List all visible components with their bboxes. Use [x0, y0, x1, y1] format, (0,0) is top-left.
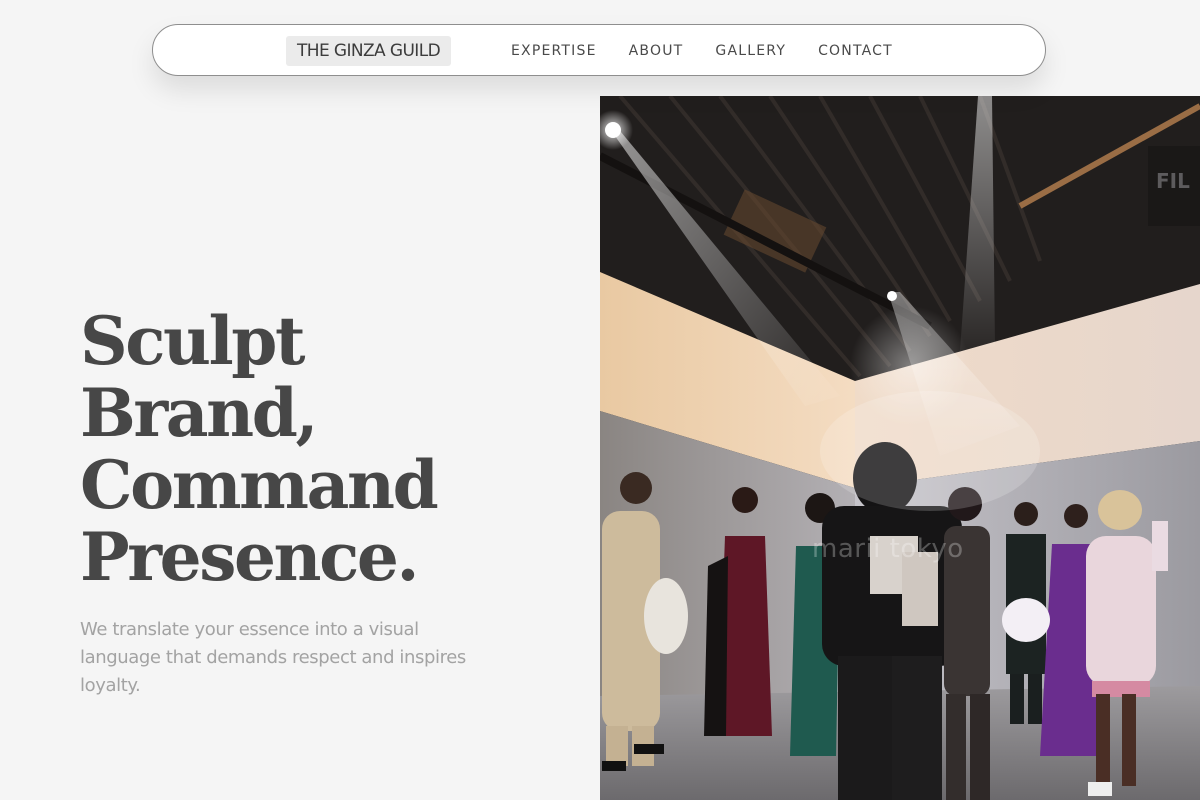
- hero-heading-line: Presence.: [80, 518, 419, 596]
- photo-watermark: marii tokyo: [812, 534, 964, 564]
- landing-page: THE GINZA GUILD EXPERTISE ABOUT GALLERY …: [0, 0, 1200, 800]
- nav-link-gallery[interactable]: GALLERY: [715, 43, 786, 59]
- hero-heading-line: Sculpt: [80, 302, 306, 380]
- hero-heading-line: Brand,: [80, 374, 318, 452]
- fashion-show-scene: FIL: [600, 96, 1200, 800]
- venue-sign-text: FIL: [1156, 169, 1190, 193]
- hero-heading-line: Command: [80, 446, 439, 524]
- nav-link-expertise[interactable]: EXPERTISE: [511, 43, 597, 59]
- hero-heading: Sculpt Brand, Command Presence.: [80, 302, 439, 596]
- top-navbar: THE GINZA GUILD EXPERTISE ABOUT GALLERY …: [152, 24, 1046, 76]
- nav-link-about[interactable]: ABOUT: [629, 43, 684, 59]
- hero-photo: FIL marii tokyo: [600, 96, 1200, 800]
- hero-subtitle: We translate your essence into a visual …: [80, 619, 466, 696]
- brand-logo-link[interactable]: THE GINZA GUILD: [286, 36, 452, 66]
- nav-link-contact[interactable]: CONTACT: [818, 43, 893, 59]
- nav-links: EXPERTISE ABOUT GALLERY CONTACT: [511, 25, 893, 77]
